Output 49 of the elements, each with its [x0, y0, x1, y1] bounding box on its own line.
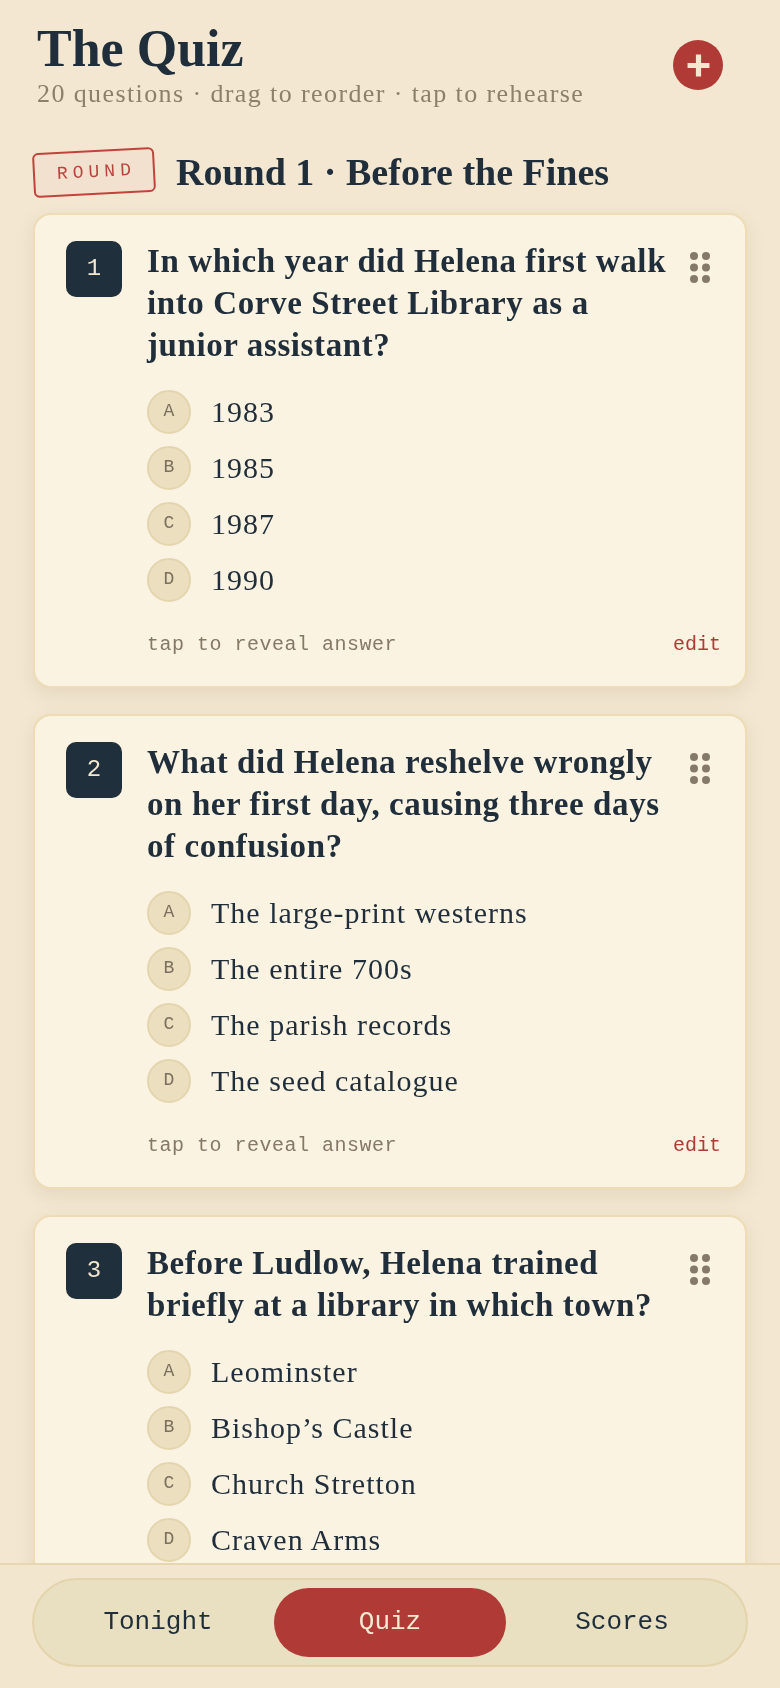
option-text[interactable]: The large-print westerns — [211, 896, 528, 929]
nav-tab[interactable]: Tonight — [42, 1588, 274, 1657]
option-letter[interactable]: D — [147, 1517, 191, 1562]
plus-icon — [685, 52, 711, 78]
drag-handle-icon[interactable] — [690, 1253, 710, 1285]
question-number: 1 — [66, 240, 122, 297]
option-letter[interactable]: D — [147, 1058, 191, 1103]
question-text: Before Ludlow, Helena trained briefly at a library in which town? — [147, 1243, 653, 1325]
option-text[interactable]: Church Stretton — [211, 1467, 417, 1500]
option-text[interactable]: The seed catalogue — [211, 1064, 459, 1097]
add-button[interactable] — [673, 40, 723, 90]
page-title: The Quiz — [37, 21, 245, 78]
option-letter[interactable]: C — [147, 1461, 191, 1506]
question-card[interactable]: 1 In which year did Helena first walk into Corve Street Library as a junior assistant? A 1983 B 1985 C 1987 D 1990 tap to reveal answer edit — [33, 212, 747, 688]
page-subtitle: 20 questions · drag to reorder · tap to rehearse — [37, 78, 585, 111]
option-letter[interactable]: A — [147, 890, 191, 935]
option-letter[interactable]: C — [147, 501, 191, 546]
edit-link[interactable]: edit — [673, 1130, 721, 1161]
option-text[interactable]: Bishop’s Castle — [211, 1411, 414, 1444]
option-letter[interactable]: A — [147, 1349, 191, 1394]
option-text[interactable]: The parish records — [211, 1008, 453, 1041]
question-text: In which year did Helena first walk into Corve Street Library as a junior assistant? — [147, 241, 668, 365]
reveal-hint[interactable]: tap to reveal answer — [147, 629, 398, 660]
round-title: Round 1 · Before the Fines — [176, 149, 610, 195]
nav-tab[interactable]: Quiz — [274, 1588, 506, 1657]
option-text[interactable]: 1983 — [211, 395, 275, 428]
option-letter[interactable]: C — [147, 1002, 191, 1047]
edit-link[interactable]: edit — [673, 629, 721, 660]
round-stamp: ROUND — [31, 146, 157, 199]
drag-handle-icon[interactable] — [690, 251, 710, 283]
reveal-hint[interactable]: tap to reveal answer — [147, 1130, 398, 1161]
question-number: 2 — [66, 741, 122, 798]
option-text[interactable]: 1987 — [211, 507, 275, 540]
option-letter[interactable]: B — [147, 445, 191, 490]
option-letter[interactable]: A — [147, 389, 191, 434]
option-letter[interactable]: B — [147, 1405, 191, 1450]
question-card[interactable]: 3 Before Ludlow, Helena trained briefly at a library in which town? A Leominster B Bishop’s Castle C Church Stretton D Craven Arms — [33, 1214, 747, 1563]
option-letter[interactable]: D — [147, 557, 191, 602]
option-text[interactable]: Leominster — [211, 1355, 358, 1388]
question-card[interactable]: 2 What did Helena reshelve wrongly on her first day, causing three days of confusion? A The large-print westerns B The entire 700s C The parish records D The seed catalogue tap to reveal answer edit — [33, 713, 747, 1189]
option-text[interactable]: 1985 — [211, 451, 275, 484]
question-text: What did Helena reshelve wrongly on her first day, causing three days of confusion? — [147, 742, 661, 866]
option-letter[interactable]: B — [147, 946, 191, 991]
option-text[interactable]: 1990 — [211, 563, 275, 596]
option-text[interactable]: Craven Arms — [211, 1523, 382, 1556]
option-text[interactable]: The entire 700s — [211, 952, 413, 985]
question-number: 3 — [66, 1242, 122, 1299]
drag-handle-icon[interactable] — [690, 752, 710, 784]
nav-tab[interactable]: Scores — [506, 1588, 738, 1657]
